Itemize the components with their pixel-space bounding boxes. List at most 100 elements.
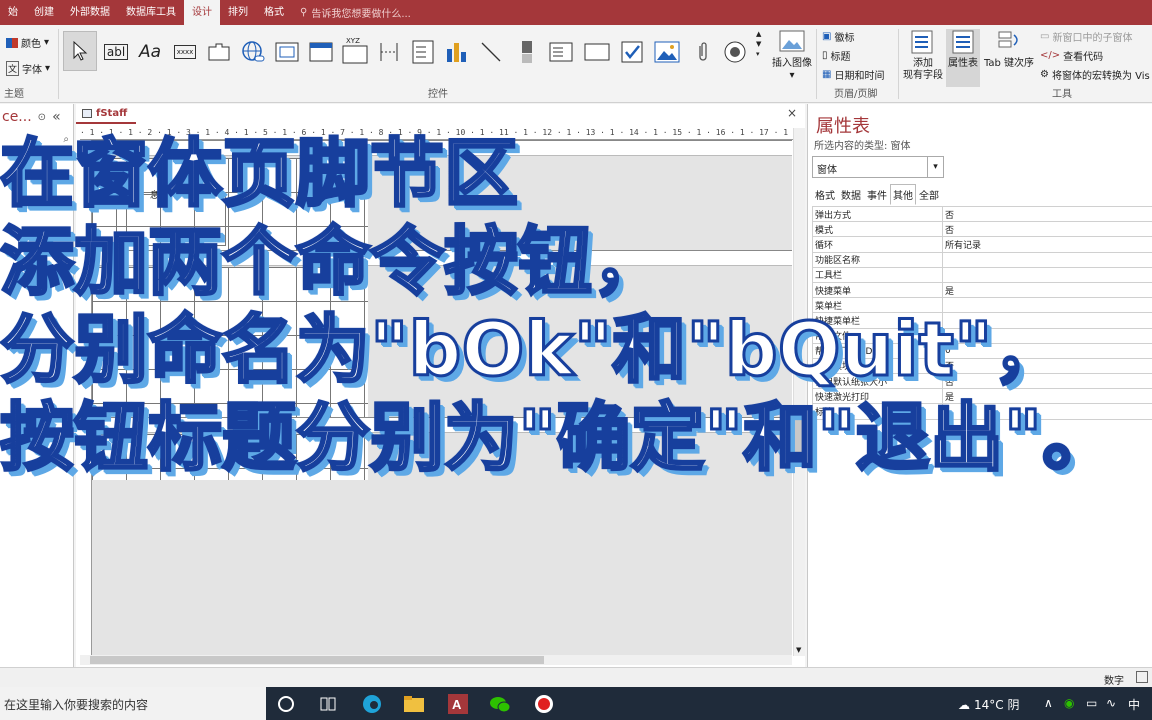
battery-icon[interactable]: ▭ [1086, 696, 1097, 710]
weather-widget[interactable]: ☁ 14°C 阴 [958, 696, 1019, 713]
page-break-tool[interactable] [374, 37, 404, 67]
ime-indicator[interactable]: 中 [1128, 696, 1140, 713]
button-icon: xxxx [173, 45, 197, 59]
toggle-icon [522, 41, 532, 63]
check-box-tool[interactable] [617, 37, 647, 67]
theme-fonts-label: 字体 [22, 65, 43, 76]
horizontal-scroll-thumb[interactable] [90, 656, 544, 664]
convert-macros-button[interactable]: ⚙ 将窗体的宏转换为 Vis [1040, 67, 1150, 82]
file-explorer-icon[interactable] [402, 692, 426, 716]
label-icon: Aa [138, 42, 162, 62]
rectangle-icon [584, 43, 610, 61]
insert-image-label: 插入图像 [772, 58, 812, 69]
tray-expand-button[interactable]: ∧ [1044, 696, 1053, 710]
subform-new-window-label: 新窗口中的子窗体 [1052, 33, 1133, 44]
tab-format[interactable]: 格式 [256, 0, 292, 25]
navigation-tool[interactable] [306, 37, 336, 67]
caption-line-4: 按钮标题分别为"确定"和"退出"。 [0, 394, 1118, 483]
cloud-icon: ☁ [958, 697, 970, 712]
dropdown-circle-icon[interactable]: ⊙ [38, 112, 46, 123]
select-pointer-tool[interactable] [63, 31, 97, 71]
form-icon [82, 108, 92, 118]
tab-external-data[interactable]: 外部数据 [62, 0, 118, 25]
overlay-caption: 在窗体页脚节区 添加两个命令按钮， 分别命名为"bOk"和"bQuit"， 按钮… [0, 130, 1152, 483]
line-tool[interactable] [476, 37, 506, 67]
collapse-pane-button[interactable]: « [52, 109, 61, 125]
tab-control-icon [208, 43, 230, 61]
tell-me-text: 告诉我您想要做什么... [311, 9, 411, 20]
insert-image-button[interactable]: 插入图像 ▾ [770, 29, 814, 82]
convert-macros-label: 将窗体的宏转换为 Vis [1051, 71, 1150, 82]
scroll-down-icon[interactable]: ▼ [796, 646, 801, 654]
logo-icon: ▣ [822, 31, 832, 42]
document-tab[interactable]: fStaff [76, 104, 136, 124]
caption-line-3: 分别命名为"bOk"和"bQuit"， [0, 306, 1068, 395]
code-icon: </> [1040, 50, 1061, 61]
horizontal-scrollbar[interactable] [80, 655, 792, 665]
wechat-icon[interactable] [488, 692, 512, 716]
logo-button[interactable]: ▣ 徽标 [822, 29, 854, 44]
edge-browser-icon[interactable] [360, 692, 384, 716]
controls-group-label: 控件 [428, 89, 448, 100]
tab-design[interactable]: 设计 [184, 0, 220, 25]
text-box-tool[interactable]: abl [101, 37, 131, 67]
option-group-tool[interactable]: XYZ [340, 37, 370, 67]
date-time-button[interactable]: ▦ 日期和时间 [822, 67, 884, 82]
tab-control-tool[interactable] [204, 37, 234, 67]
title-button[interactable]: ▯ 标题 [822, 48, 851, 63]
caption-line-1: 在窗体页脚节区 [0, 130, 520, 219]
tools-group-label: 工具 [1052, 89, 1072, 100]
nav-pane-header: ce... ⊙ « [0, 104, 73, 130]
button-tool[interactable]: xxxx [170, 37, 200, 67]
tab-create[interactable]: 创建 [26, 0, 62, 25]
hyperlink-tool[interactable] [238, 37, 268, 67]
chart-tool[interactable] [442, 37, 472, 67]
theme-colors-button[interactable]: 颜色 ▾ [6, 35, 49, 50]
list-box-icon [549, 42, 573, 62]
divider [58, 29, 59, 99]
add-existing-fields-button[interactable]: 添加 现有字段 [902, 29, 944, 82]
tell-me-box[interactable]: ⚲ 告诉我您想要做什么... [300, 5, 411, 20]
tray-app-icon[interactable]: ◉ [1064, 696, 1074, 710]
tab-order-button[interactable]: Tab 键次序 [982, 29, 1036, 70]
label-tool[interactable]: Aa [135, 37, 165, 67]
property-sheet-button[interactable]: 属性表 [946, 29, 980, 87]
radio-icon [724, 41, 746, 63]
ribbon-tab-bar: 始 创建 外部数据 数据库工具 设计 排列 格式 ⚲ 告诉我您想要做什么... [0, 0, 1152, 25]
rectangle-tool[interactable] [582, 37, 612, 67]
subform-new-window-button[interactable]: ▭ 新窗口中的子窗体 [1040, 29, 1132, 44]
cortana-icon[interactable] [274, 692, 298, 716]
option-button-tool[interactable] [720, 37, 750, 67]
record-icon[interactable] [532, 692, 556, 716]
toggle-button-tool[interactable] [512, 37, 542, 67]
task-view-icon[interactable] [316, 692, 340, 716]
font-icon: 文 [6, 61, 20, 76]
status-bar: 数字 [0, 667, 1152, 687]
status-mode-text: 数字 [1104, 676, 1124, 687]
gallery-scroll[interactable]: ▲ ▼ ▾ [756, 29, 761, 59]
network-icon[interactable]: ∿ [1106, 696, 1116, 710]
checkbox-icon [621, 41, 643, 63]
taskbar-search-box[interactable]: 在这里输入你要搜索的内容 [0, 687, 266, 720]
divider [898, 29, 899, 99]
title-label: 标题 [830, 52, 851, 63]
close-document-button[interactable]: × [787, 106, 797, 120]
combo-box-tool[interactable] [408, 37, 438, 67]
tab-arrange[interactable]: 排列 [220, 0, 256, 25]
combo-box-icon [412, 40, 434, 64]
taskbar-search-text: 在这里输入你要搜索的内容 [4, 698, 149, 712]
web-browser-tool[interactable] [272, 37, 302, 67]
theme-fonts-button[interactable]: 文 字体 ▾ [6, 61, 50, 76]
tab-database-tools[interactable]: 数据库工具 [118, 0, 184, 25]
list-box-tool[interactable] [546, 37, 576, 67]
divider [816, 29, 817, 99]
view-code-button[interactable]: </> 查看代码 [1040, 48, 1103, 63]
attachment-tool[interactable] [688, 37, 718, 67]
nav-pane-title: ce... [2, 109, 32, 125]
access-app-icon[interactable]: A [446, 692, 470, 716]
tab-home[interactable]: 始 [0, 0, 26, 25]
image-tool[interactable] [652, 37, 682, 67]
weather-text: 14°C 阴 [974, 698, 1020, 712]
view-mode-icon[interactable] [1136, 671, 1148, 683]
svg-text:A: A [452, 697, 462, 712]
